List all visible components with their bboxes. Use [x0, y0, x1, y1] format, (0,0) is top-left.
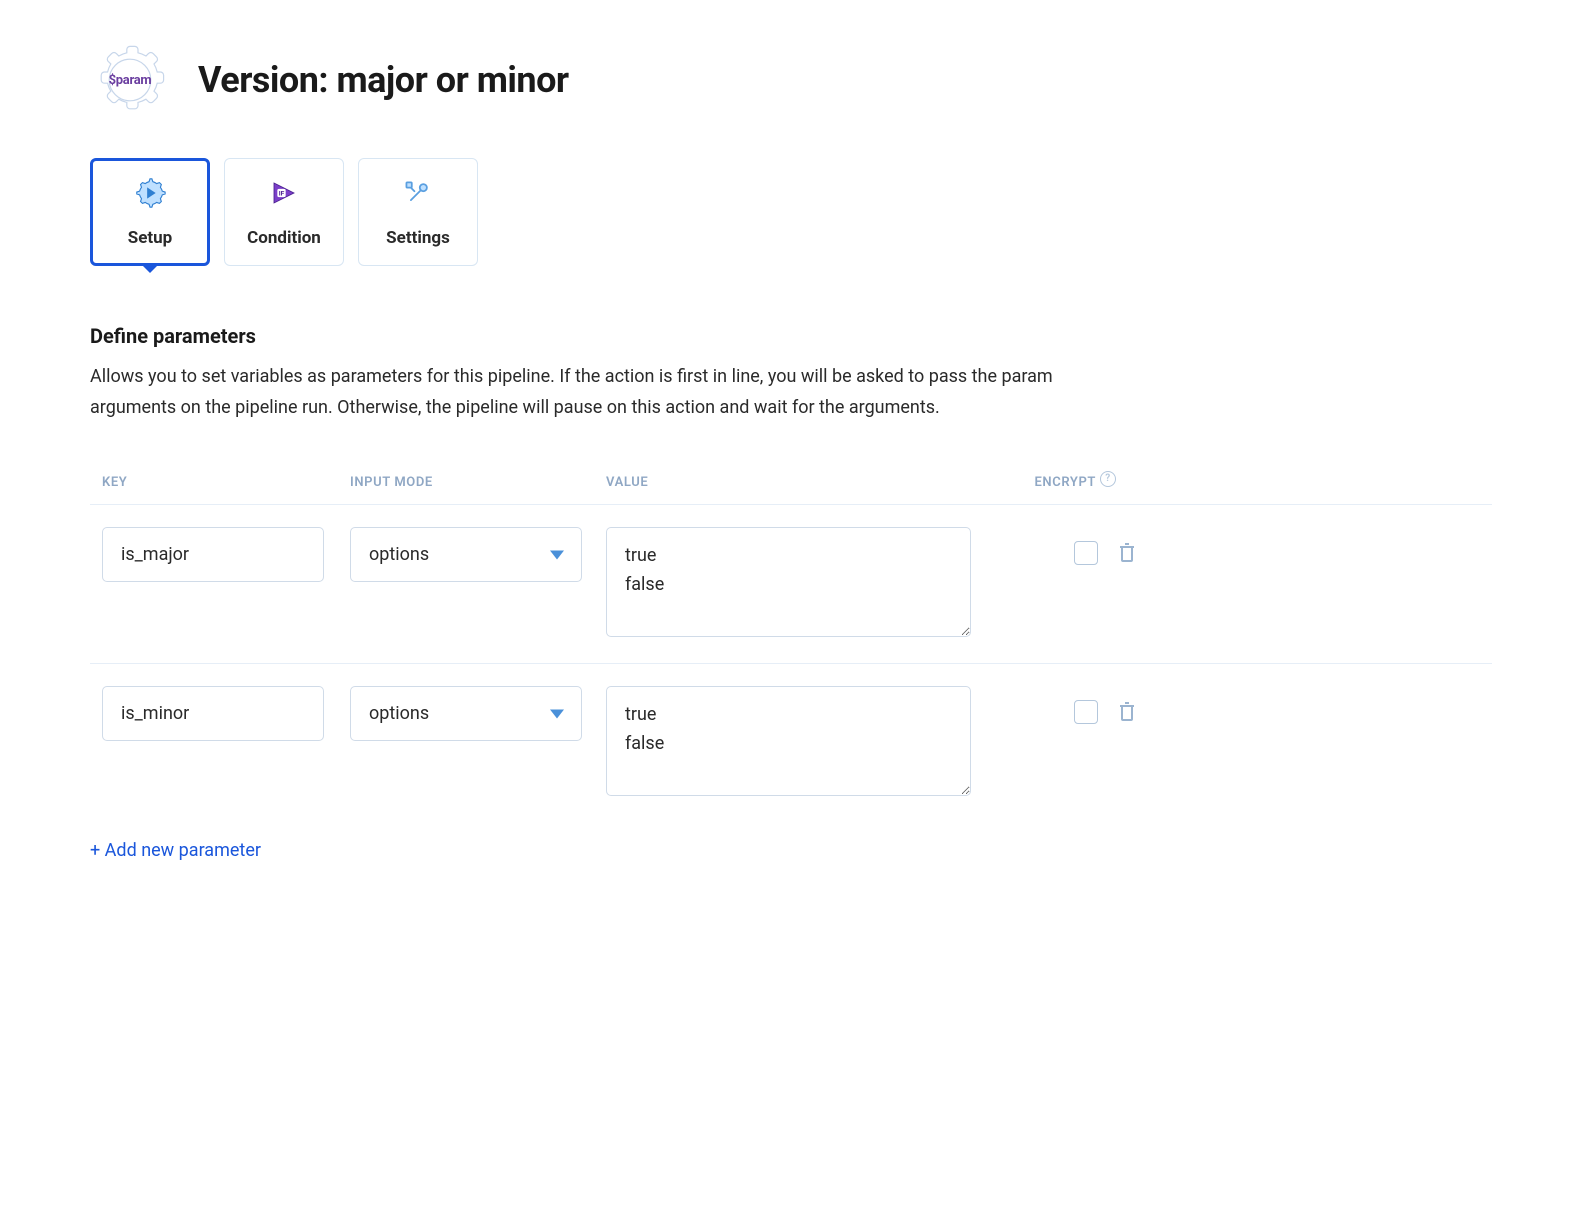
column-header-encrypt: ENCRYPT ? — [1006, 475, 1116, 490]
encrypt-checkbox[interactable] — [1074, 700, 1098, 724]
column-header-value: VALUE — [606, 475, 1006, 490]
condition-play-if-icon: IF — [267, 176, 301, 210]
tabs: Setup IF Condition Settings — [90, 158, 1492, 266]
section-title: Define parameters — [90, 324, 1492, 348]
setup-gear-play-icon — [133, 176, 167, 210]
column-header-key: KEY — [102, 475, 350, 490]
parameters-table: KEY INPUT MODE VALUE ENCRYPT ? — [90, 475, 1492, 822]
table-row — [90, 505, 1492, 664]
settings-tools-icon — [401, 176, 435, 210]
key-input[interactable] — [102, 686, 324, 741]
table-row — [90, 664, 1492, 822]
tab-label: Condition — [247, 228, 321, 248]
tab-label: Settings — [386, 228, 450, 248]
input-mode-select[interactable] — [350, 686, 582, 741]
value-textarea[interactable] — [606, 527, 971, 637]
input-mode-select[interactable] — [350, 527, 582, 582]
key-input[interactable] — [102, 527, 324, 582]
tab-settings[interactable]: Settings — [358, 158, 478, 266]
add-parameter-link[interactable]: + Add new parameter — [90, 840, 261, 861]
encrypt-checkbox[interactable] — [1074, 541, 1098, 565]
value-textarea[interactable] — [606, 686, 971, 796]
delete-row-button[interactable] — [1116, 541, 1138, 563]
svg-text:IF: IF — [279, 190, 285, 198]
param-gear-icon: $param — [90, 40, 170, 120]
section-description: Allows you to set variables as parameter… — [90, 362, 1140, 423]
param-badge-text: $param — [109, 73, 152, 88]
help-icon[interactable]: ? — [1100, 471, 1116, 487]
tab-label: Setup — [128, 228, 172, 248]
column-header-input-mode: INPUT MODE — [350, 475, 606, 490]
page-title: Version: major or minor — [198, 59, 569, 101]
tab-condition[interactable]: IF Condition — [224, 158, 344, 266]
tab-setup[interactable]: Setup — [90, 158, 210, 266]
delete-row-button[interactable] — [1116, 700, 1138, 722]
